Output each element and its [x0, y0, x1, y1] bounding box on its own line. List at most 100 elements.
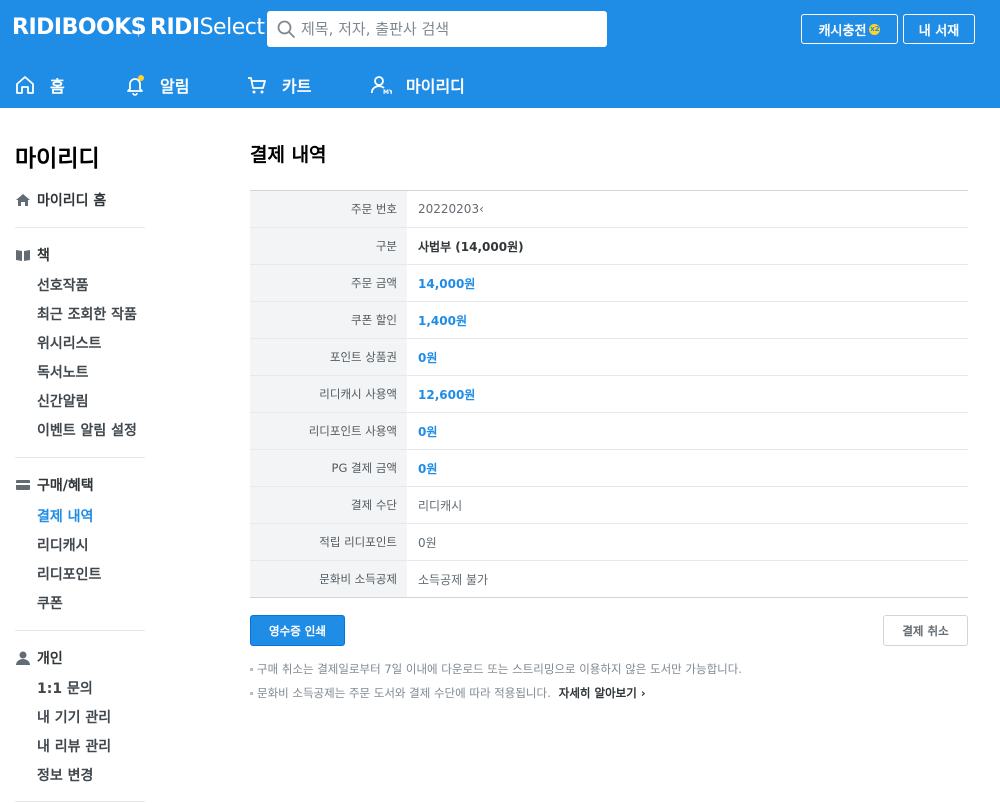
row-label: 문화비 소득공제 [250, 561, 407, 597]
sidebar-purchase-title: 구매/혜택 [37, 478, 94, 494]
search-box [267, 11, 607, 47]
row-label: 포인트 상품권 [250, 339, 407, 375]
cancel-payment-button[interactable]: 결제 취소 [883, 615, 968, 646]
my-icon-text: MY [383, 89, 392, 96]
category-value: 사법부 (14,000원) [418, 239, 524, 254]
ridibooks-logo[interactable]: RIDIBOOKS [12, 15, 147, 40]
x2-badge: x2 [869, 23, 881, 35]
sidebar-item-wishlist[interactable]: 위시리스트 [37, 333, 101, 353]
payment-detail-table: 주문 번호 20220203‹ 구분 사법부 (14,000원) 주문 금액 1… [250, 190, 968, 598]
main-navigation: 홈 알림 카트 MY 마이리디 [0, 62, 1000, 108]
sidebar-item-reading-notes[interactable]: 독서노트 [37, 362, 89, 382]
nav-myridi[interactable]: MY 마이리디 [370, 62, 465, 108]
ridi-select-logo[interactable]: RIDISelect [150, 15, 265, 40]
point-voucher-value: 0원 [418, 350, 438, 365]
sidebar-item-payment-history[interactable]: 결제 내역 [37, 506, 93, 526]
row-label: 쿠폰 할인 [250, 302, 407, 338]
bullet [250, 691, 253, 695]
sidebar-section-books: 책 [15, 245, 50, 265]
row-label: 리디포인트 사용액 [250, 413, 407, 449]
row-label: 구분 [250, 228, 407, 264]
sidebar-item-account-settings[interactable]: 정보 변경 [37, 765, 93, 785]
top-header: RIDIBOOKS RIDISelect 캐시충전 x2 내 서재 [0, 0, 1000, 62]
row-label: 주문 번호 [250, 191, 407, 227]
page-title: 결제 내역 [250, 144, 327, 166]
table-row: 리디포인트 사용액 0원 [250, 413, 968, 450]
nav-notification[interactable]: 알림 [124, 62, 189, 108]
row-label: PG 결제 금액 [250, 450, 407, 486]
sidebar-item-ridi-point[interactable]: 리디포인트 [37, 564, 101, 584]
table-row: 리디캐시 사용액 12,600원 [250, 376, 968, 413]
sidebar-home-label: 마이리디 홈 [37, 193, 107, 209]
nav-cart-label: 카트 [282, 77, 312, 96]
cash-charge-button[interactable]: 캐시충전 x2 [801, 14, 898, 44]
sidebar-divider [15, 801, 145, 802]
home-icon [16, 76, 34, 94]
row-label: 적립 리디포인트 [250, 524, 407, 560]
earned-point-value: 0원 [418, 535, 437, 550]
sidebar-item-myridi-home[interactable]: 마이리디 홈 [15, 190, 106, 210]
sidebar-title: 마이리디 [15, 146, 100, 172]
coupon-discount-value: 1,400원 [418, 313, 467, 328]
table-row: 문화비 소득공제 소득공제 불가 [250, 561, 968, 598]
nav-notification-label: 알림 [160, 77, 190, 96]
learn-more-link[interactable]: 자세히 알아보기 › [559, 685, 646, 701]
row-label: 결제 수단 [250, 487, 407, 523]
ridi-select-logo-rest: Select [199, 15, 265, 40]
cultural-tax-deduction-value: 소득공제 불가 [418, 572, 489, 587]
search-input[interactable] [301, 15, 597, 43]
row-label: 주문 금액 [250, 265, 407, 301]
sidebar-item-recent[interactable]: 최근 조회한 작품 [37, 304, 137, 324]
sidebar-item-event-alert-settings[interactable]: 이벤트 알림 설정 [37, 420, 137, 440]
note-text: 구매 취소는 결제일로부터 7일 이내에 다운로드 또는 스트리밍으로 이용하지… [257, 662, 742, 676]
person-icon [16, 651, 30, 665]
payment-method-value: 리디캐시 [418, 498, 463, 513]
table-row: 결제 수단 리디캐시 [250, 487, 968, 524]
nav-myridi-label: 마이리디 [406, 77, 465, 96]
table-row: PG 결제 금액 0원 [250, 450, 968, 487]
note-tax-deduction: 문화비 소득공제는 주문 도서와 결제 수단에 따라 적용됩니다. 자세히 알아… [250, 685, 646, 701]
sidebar-item-coupon[interactable]: 쿠폰 [37, 593, 63, 613]
cart-icon [248, 77, 266, 94]
bell-icon [127, 75, 144, 96]
search-icon[interactable] [276, 19, 296, 39]
sidebar-books-title: 책 [37, 248, 50, 264]
row-label: 리디캐시 사용액 [250, 376, 407, 412]
nav-home[interactable]: 홈 [14, 62, 65, 108]
sidebar-item-favorites[interactable]: 선호작품 [37, 275, 89, 295]
table-row: 적립 리디포인트 0원 [250, 524, 968, 561]
sidebar-item-new-release-alert[interactable]: 신간알림 [37, 391, 89, 411]
book-icon [16, 250, 30, 261]
logo-divider [138, 21, 139, 37]
home-icon [16, 194, 30, 206]
sidebar-section-personal: 개인 [15, 648, 63, 668]
sidebar-item-review-management[interactable]: 내 리뷰 관리 [37, 736, 111, 756]
my-library-button[interactable]: 내 서재 [903, 14, 975, 44]
sidebar-section-purchase: 구매/혜택 [15, 475, 94, 495]
sidebar-item-inquiry[interactable]: 1:1 문의 [37, 678, 93, 698]
note-text: 문화비 소득공제는 주문 도서와 결제 수단에 따라 적용됩니다. [257, 686, 551, 700]
table-row: 포인트 상품권 0원 [250, 339, 968, 376]
card-icon [16, 480, 30, 490]
sidebar-divider [15, 227, 145, 228]
ridi-cash-used-value: 12,600원 [418, 387, 476, 402]
table-row: 주문 번호 20220203‹ [250, 191, 968, 228]
ridi-select-logo-bold: RIDI [150, 15, 200, 40]
note-cancel-policy: 구매 취소는 결제일로부터 7일 이내에 다운로드 또는 스트리밍으로 이용하지… [250, 661, 742, 677]
print-receipt-button[interactable]: 영수증 인쇄 [250, 615, 345, 646]
sidebar-divider [15, 457, 145, 458]
nav-home-label: 홈 [50, 77, 65, 96]
user-icon: MY [371, 76, 392, 96]
table-row: 쿠폰 할인 1,400원 [250, 302, 968, 339]
pg-payment-value: 0원 [418, 461, 438, 476]
order-number-value: 20220203‹ [418, 202, 484, 216]
table-row: 주문 금액 14,000원 [250, 265, 968, 302]
bullet [250, 667, 253, 671]
cash-charge-label: 캐시충전 [818, 23, 867, 39]
sidebar-item-device-management[interactable]: 내 기기 관리 [37, 707, 111, 727]
nav-cart[interactable]: 카트 [246, 62, 311, 108]
ridi-point-used-value: 0원 [418, 424, 438, 439]
order-amount-value: 14,000원 [418, 276, 476, 291]
sidebar-item-ridi-cash[interactable]: 리디캐시 [37, 535, 89, 555]
sidebar-personal-title: 개인 [37, 651, 63, 667]
